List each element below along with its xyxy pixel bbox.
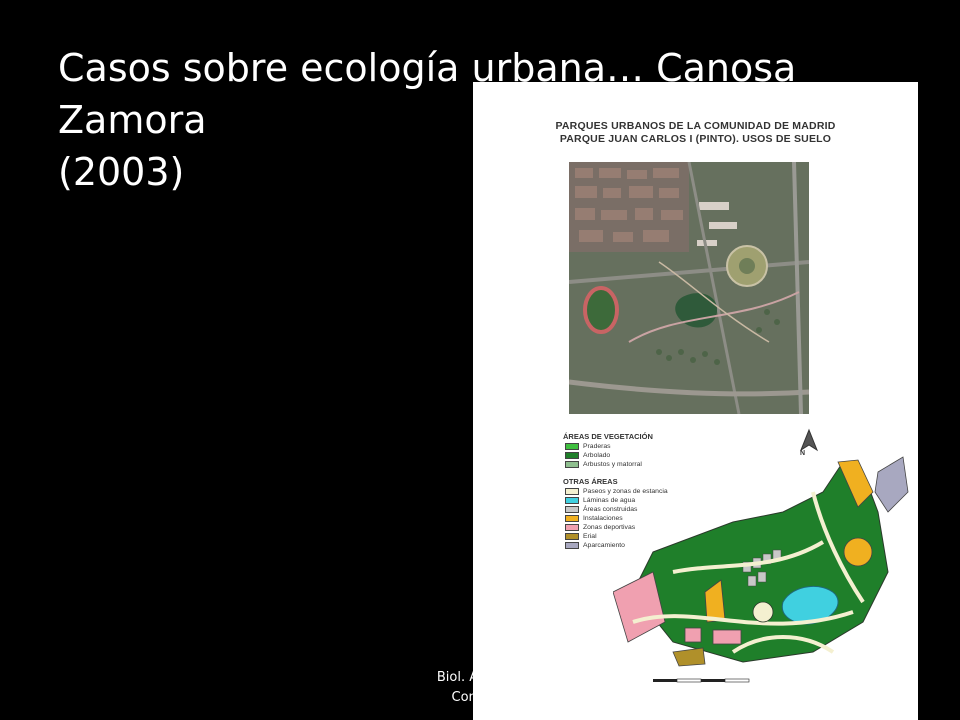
map-scale-bar (653, 678, 750, 683)
legend-swatch (565, 542, 579, 549)
legend-label: Erial (583, 533, 597, 540)
figure-heading-line-2: PARQUE JUAN CARLOS I (PINTO). USOS DE SU… (559, 133, 832, 145)
aerial-photo (569, 162, 809, 414)
legend-label: Arbolado (583, 452, 611, 459)
figure-heading-line-1: PARQUES URBANOS DE LA COMUNIDAD DE MADRI… (555, 120, 836, 132)
legend-swatch (565, 443, 579, 450)
park-land-use-figure: PARQUES URBANOS DE LA COMUNIDAD DE MADRI… (473, 82, 918, 720)
aerial-photo-drawing (569, 162, 809, 414)
land-use-plan-map (613, 456, 909, 667)
legend-swatch (565, 452, 579, 459)
legend-swatch (565, 497, 579, 504)
legend-vegetation-title: ÁREAS DE VEGETACIÓN (563, 432, 653, 441)
legend-swatch (565, 461, 579, 468)
legend-item: Praderas (565, 442, 743, 451)
legend-swatch (565, 533, 579, 540)
figure-heading: PARQUES URBANOS DE LA COMUNIDAD DE MADRI… (473, 120, 918, 146)
legend-swatch (565, 515, 579, 522)
legend-swatch (565, 488, 579, 495)
legend-label: Praderas (583, 443, 611, 450)
legend-swatch (565, 506, 579, 513)
legend-swatch (565, 524, 579, 531)
